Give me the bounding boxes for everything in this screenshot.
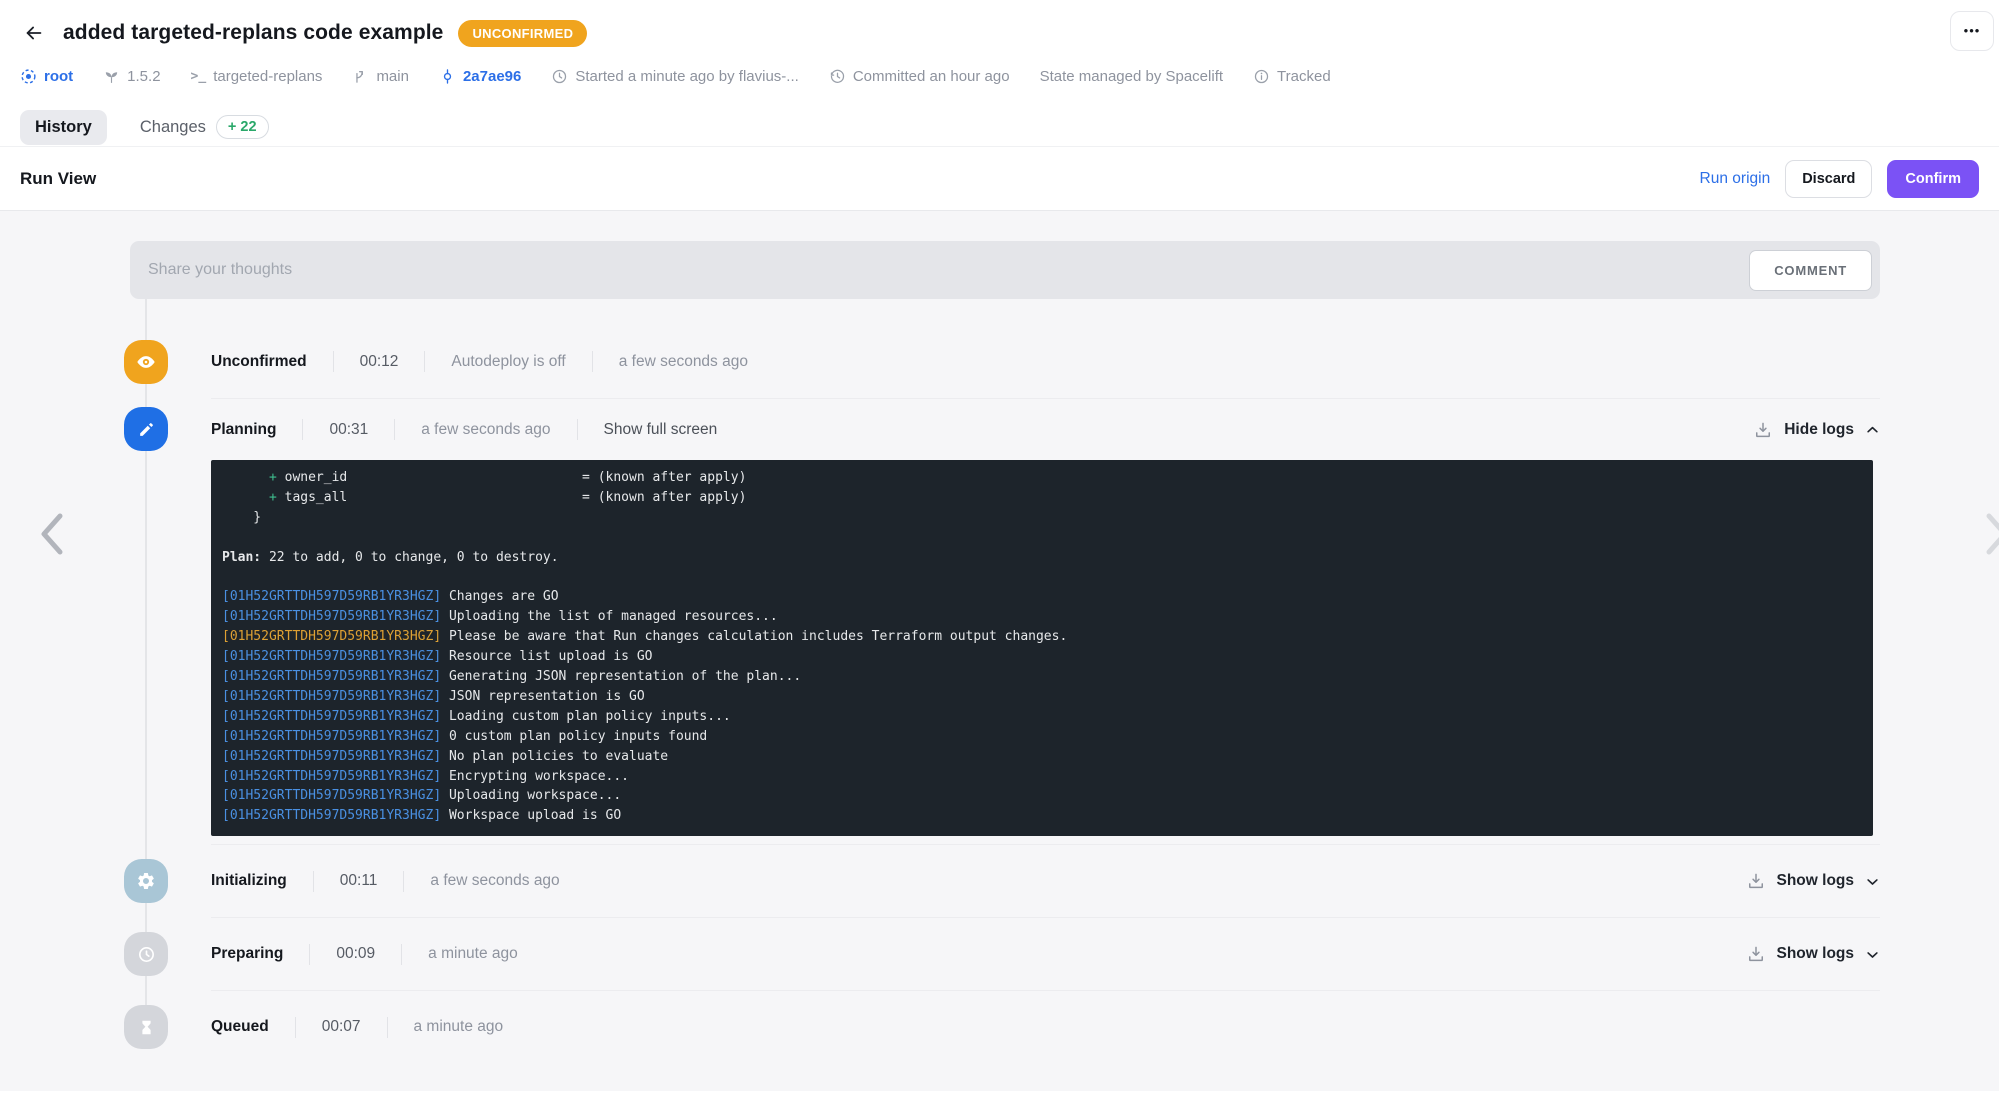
commit-link[interactable]: 2a7ae96 [439, 68, 521, 85]
divider [312, 870, 314, 892]
tab-changes[interactable]: Changes + 22 [125, 107, 284, 147]
stage-duration: 00:09 [336, 945, 376, 963]
divider [309, 943, 311, 965]
commit-icon [439, 68, 456, 85]
stage-label: Planning [211, 420, 277, 438]
stage-time: a few seconds ago [618, 352, 748, 370]
hourglass-icon [124, 1005, 168, 1050]
stack-link[interactable]: root [20, 68, 73, 85]
show-logs-toggle[interactable]: Show logs [1746, 871, 1881, 891]
comment-bar: COMMENT [130, 241, 1880, 299]
tracked-info: Tracked [1253, 68, 1331, 85]
terminal-log: + owner_id = (known after apply) + tags_… [211, 460, 1873, 837]
run-view-bar: Run View Run origin Discard Confirm [0, 146, 1999, 210]
terraform-version: 1.5.2 [103, 68, 161, 85]
stage-label: Initializing [211, 872, 287, 890]
discard-button[interactable]: Discard [1785, 159, 1873, 198]
stack-icon [20, 68, 37, 85]
info-icon [1253, 68, 1270, 85]
divider [591, 351, 593, 372]
comment-button[interactable]: COMMENT [1749, 249, 1872, 291]
stage-time: a few seconds ago [421, 420, 551, 438]
run-meta-row: root 1.5.2 >_ targeted-replans main 2a7a… [20, 64, 1979, 88]
stage-duration: 00:07 [321, 1018, 361, 1036]
worker-pool: >_ targeted-replans [190, 67, 323, 85]
back-arrow-icon[interactable] [20, 19, 48, 47]
stage-label: Preparing [211, 945, 284, 963]
stage-label: Queued [211, 1018, 269, 1036]
divider [424, 351, 426, 372]
chevron-up-icon [1865, 422, 1880, 437]
stage-duration: 00:31 [329, 420, 369, 438]
divider [576, 419, 578, 440]
stage-time: a few seconds ago [430, 872, 560, 890]
divider [403, 870, 405, 892]
timeline-entry-initializing: Initializing 00:11 a few seconds ago Sho… [124, 844, 1881, 917]
download-logs-icon[interactable] [1746, 944, 1766, 964]
status-badge: UNCONFIRMED [458, 19, 588, 47]
state-managed-info: State managed by Spacelift [1039, 67, 1224, 85]
scroll-left-chevron[interactable] [36, 510, 66, 558]
eye-icon [124, 339, 168, 384]
pencil-icon [124, 407, 168, 451]
stage-time: a minute ago [413, 1018, 504, 1036]
timeline-entry-planning: Planning 00:31 a few seconds ago Show fu… [124, 398, 1880, 844]
page-title: added targeted-replans code example [63, 21, 444, 44]
divider [302, 419, 304, 440]
stage-label: Unconfirmed [211, 352, 307, 370]
clock-icon [551, 68, 568, 85]
chevron-down-icon [1865, 947, 1880, 962]
timeline: COMMENT Unconfirmed 00:12 Autodeploy is … [124, 241, 1881, 1063]
run-view-title: Run View [20, 168, 97, 188]
divider [386, 1016, 388, 1038]
stage-duration: 00:12 [359, 352, 399, 370]
download-logs-icon[interactable] [1746, 871, 1766, 891]
confirm-button[interactable]: Confirm [1887, 159, 1979, 198]
planning-header: Planning 00:31 a few seconds ago Show fu… [211, 399, 1880, 460]
show-logs-toggle[interactable]: Show logs [1746, 944, 1881, 964]
terminal-icon: >_ [190, 68, 207, 84]
autodeploy-note: Autodeploy is off [451, 352, 566, 370]
scroll-right-chevron[interactable] [1983, 510, 1999, 558]
run-header: added targeted-replans code example UNCO… [0, 0, 1999, 146]
started-info: Started a minute ago by flavius-... [551, 68, 799, 85]
more-actions-button[interactable]: ••• [1950, 11, 1994, 51]
divider [401, 943, 403, 965]
timeline-entry-preparing: Preparing 00:09 a minute ago Show logs [124, 917, 1881, 990]
changes-count-badge: + 22 [215, 115, 269, 139]
terraform-version-icon [103, 68, 120, 85]
run-origin-link[interactable]: Run origin [1700, 170, 1771, 188]
committed-info: Committed an hour ago [829, 68, 1010, 85]
title-row: added targeted-replans code example UNCO… [20, 11, 1994, 54]
divider [394, 419, 396, 440]
timeline-entry-unconfirmed: Unconfirmed 00:12 Autodeploy is off a fe… [124, 325, 1880, 398]
divider [332, 351, 334, 372]
run-view-actions: Run origin Discard Confirm [1700, 159, 1979, 198]
stage-time: a minute ago [428, 945, 518, 963]
comment-input[interactable] [148, 261, 1750, 279]
show-full-screen-link[interactable]: Show full screen [604, 421, 718, 439]
history-clock-icon [829, 68, 846, 85]
branch: main [352, 68, 409, 85]
chevron-down-icon [1865, 874, 1880, 889]
download-logs-icon[interactable] [1753, 420, 1773, 440]
timeline-entry-queued: Queued 00:07 a minute ago [124, 990, 1880, 1063]
branch-icon [352, 68, 369, 85]
run-history-panel: COMMENT Unconfirmed 00:12 Autodeploy is … [0, 210, 1999, 1091]
hide-logs-toggle[interactable]: Hide logs [1753, 420, 1880, 440]
gear-icon [124, 859, 168, 904]
stage-duration: 00:11 [339, 872, 378, 890]
tabs-row: History Changes + 22 [20, 108, 1979, 146]
clock-stage-icon [124, 932, 168, 977]
divider [294, 1016, 296, 1038]
tab-history[interactable]: History [20, 109, 107, 145]
